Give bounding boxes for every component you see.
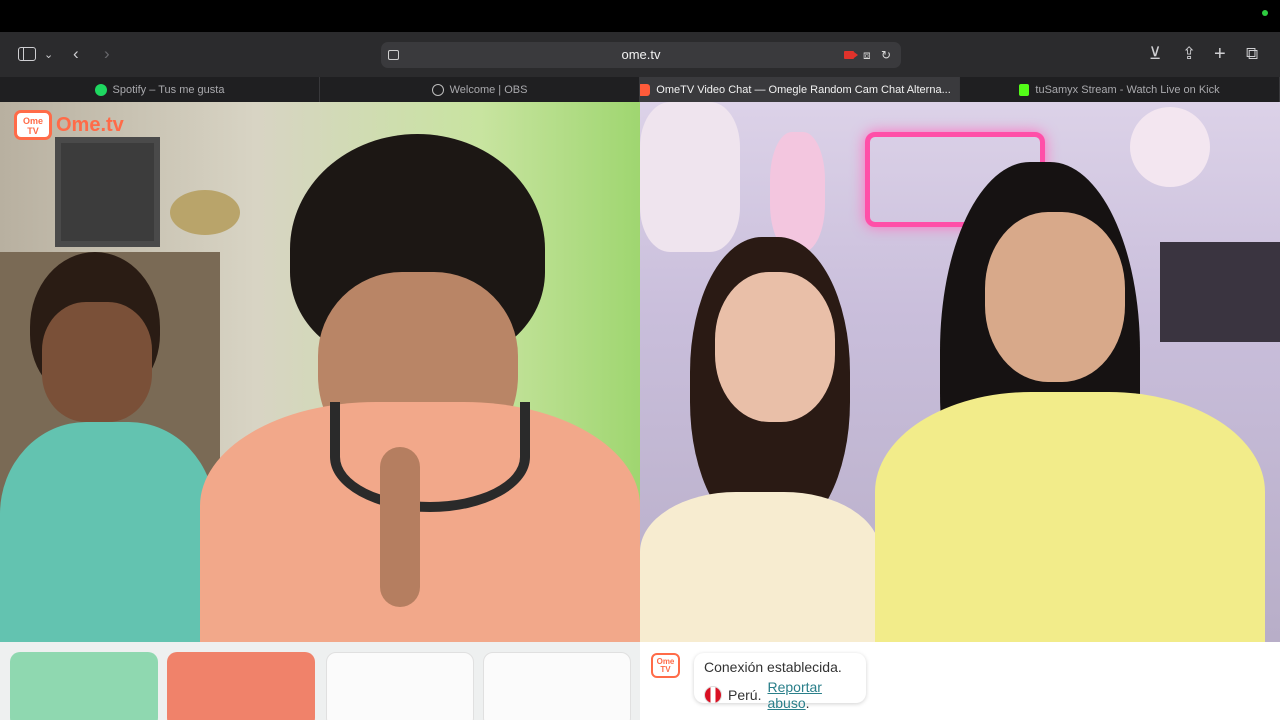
ometv-chat-avatar-icon: Ome TV (651, 653, 680, 678)
country-name: Perú. (728, 687, 762, 703)
tab-label: Welcome | OBS (449, 83, 528, 96)
system-top-bar (0, 0, 1280, 32)
address-bar[interactable]: ome.tv ⧈ ↻ (381, 42, 901, 68)
ometv-logo[interactable]: Ome TV Ome.tv (14, 110, 124, 140)
peru-flag-icon (704, 686, 722, 704)
connection-message: Conexión establecida. (704, 659, 842, 675)
system-message: Conexión establecida. Perú. Reportar abu… (694, 653, 866, 711)
tab-obs[interactable]: Welcome | OBS (320, 77, 640, 102)
translate-icon[interactable]: ⧈ (863, 46, 871, 64)
spotify-icon (94, 83, 107, 96)
tab-spotify[interactable]: Spotify – Tus me gusta (0, 77, 320, 102)
tab-ometv[interactable]: OmeTV Video Chat — Omegle Random Cam Cha… (640, 77, 960, 102)
gender-select-button[interactable] (483, 652, 631, 720)
url-text[interactable]: ome.tv (381, 47, 901, 62)
forward-icon: › (104, 44, 110, 63)
ometv-icon (640, 83, 651, 96)
start-button[interactable] (10, 652, 158, 720)
camera-in-use-icon[interactable] (844, 46, 858, 64)
stop-button[interactable] (167, 652, 315, 720)
controls-panel (0, 642, 640, 720)
tab-label: Spotify – Tus me gusta (112, 83, 225, 96)
local-video (0, 102, 640, 642)
kick-icon (1019, 83, 1030, 96)
sidebar-toggle-icon[interactable] (18, 42, 36, 66)
tab-label: tuSamyx Stream - Watch Live on Kick (1035, 83, 1220, 96)
tab-overview-icon[interactable]: ⧉ (1246, 42, 1258, 66)
report-suffix: . (805, 695, 810, 711)
reload-icon[interactable]: ↻ (881, 46, 891, 64)
tab-kick[interactable]: tuSamyx Stream - Watch Live on Kick (960, 77, 1280, 102)
stranger-video (640, 102, 1280, 642)
ometv-logo-icon: Ome TV (14, 110, 52, 140)
tab-label: OmeTV Video Chat — Omegle Random Cam Cha… (656, 83, 951, 96)
ometv-logo-text: Ome.tv (56, 113, 124, 136)
tab-bar: Spotify – Tus me gusta Welcome | OBS Ome… (0, 77, 1280, 102)
chevron-down-icon[interactable]: ⌄ (44, 42, 53, 66)
report-abuse-link[interactable]: Reportar abuso (767, 679, 821, 711)
back-icon[interactable]: ‹ (73, 42, 79, 66)
new-tab-icon[interactable]: + (1214, 42, 1226, 66)
share-icon[interactable]: ⇪ (1182, 42, 1196, 66)
country-select-button[interactable] (326, 652, 474, 720)
downloads-icon[interactable]: ⊻ (1149, 42, 1161, 66)
obs-icon (431, 83, 444, 96)
camera-indicator-icon (1262, 10, 1268, 16)
